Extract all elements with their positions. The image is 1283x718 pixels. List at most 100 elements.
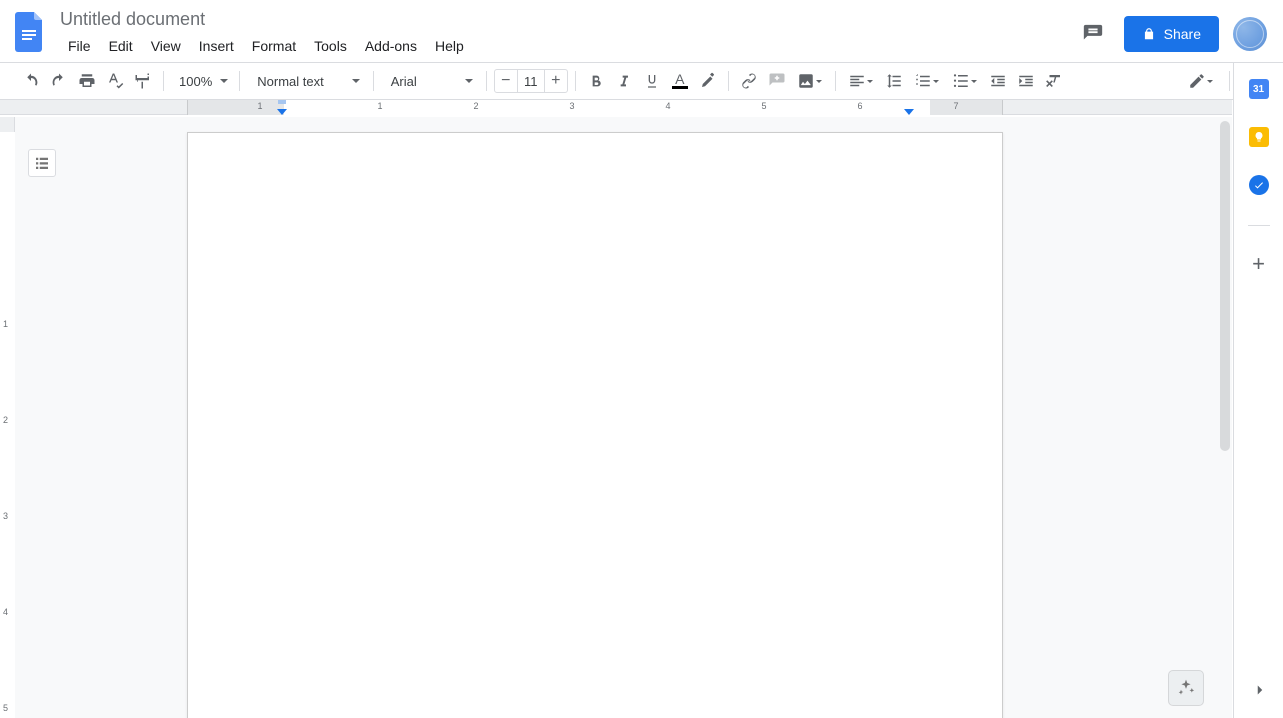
image-icon bbox=[797, 72, 815, 90]
ruler-label: 5 bbox=[3, 703, 8, 713]
open-comments-button[interactable] bbox=[1076, 17, 1110, 51]
get-addons-button[interactable]: + bbox=[1249, 254, 1269, 274]
insert-link-button[interactable] bbox=[736, 68, 762, 94]
zoom-dropdown[interactable]: 100% bbox=[171, 68, 232, 94]
menu-file[interactable]: File bbox=[60, 34, 99, 58]
chevron-down-icon bbox=[220, 79, 228, 83]
font-family-dropdown[interactable]: Arial bbox=[381, 68, 479, 94]
italic-button[interactable] bbox=[611, 68, 637, 94]
pencil-icon bbox=[1188, 72, 1206, 90]
spellcheck-button[interactable] bbox=[102, 68, 128, 94]
italic-icon bbox=[616, 73, 632, 89]
menu-insert[interactable]: Insert bbox=[191, 34, 242, 58]
right-indent-marker[interactable] bbox=[904, 109, 914, 115]
paint-roller-icon bbox=[134, 72, 152, 90]
tasks-addon-button[interactable] bbox=[1249, 175, 1269, 195]
clear-formatting-icon bbox=[1045, 72, 1063, 90]
vertical-ruler[interactable]: 1 2 3 4 5 bbox=[0, 117, 15, 718]
calendar-addon-button[interactable]: 31 bbox=[1249, 79, 1269, 99]
side-panel: 31 + bbox=[1233, 63, 1283, 718]
bulleted-list-dropdown[interactable] bbox=[947, 68, 983, 94]
zoom-value: 100% bbox=[179, 74, 212, 89]
print-button[interactable] bbox=[74, 68, 100, 94]
link-icon bbox=[740, 72, 758, 90]
docs-icon bbox=[15, 12, 45, 52]
chevron-down-icon bbox=[971, 80, 977, 83]
chevron-down-icon bbox=[352, 79, 360, 83]
share-label: Share bbox=[1164, 26, 1201, 42]
undo-icon bbox=[22, 72, 40, 90]
toolbar-separator bbox=[486, 71, 487, 91]
horizontal-ruler[interactable]: 1 1 2 3 4 5 6 7 bbox=[0, 100, 1232, 115]
highlight-color-button[interactable] bbox=[695, 68, 721, 94]
indent-decrease-button[interactable] bbox=[985, 68, 1011, 94]
menu-format[interactable]: Format bbox=[244, 34, 304, 58]
clear-formatting-button[interactable] bbox=[1041, 68, 1067, 94]
add-comment-button[interactable] bbox=[764, 68, 790, 94]
indent-increase-icon bbox=[1017, 72, 1035, 90]
titlebar: Untitled document File Edit View Insert … bbox=[50, 6, 1076, 58]
editing-mode-dropdown[interactable] bbox=[1180, 68, 1220, 94]
undo-button[interactable] bbox=[18, 68, 44, 94]
account-avatar[interactable] bbox=[1233, 17, 1267, 51]
toolbar: 100% Normal text Arial − + A bbox=[0, 62, 1283, 100]
header: Untitled document File Edit View Insert … bbox=[0, 0, 1283, 62]
vertical-scrollbar-thumb[interactable] bbox=[1220, 121, 1230, 451]
chevron-down-icon bbox=[465, 79, 473, 83]
paint-format-button[interactable] bbox=[130, 68, 156, 94]
line-spacing-icon bbox=[885, 72, 903, 90]
explore-button[interactable] bbox=[1168, 670, 1204, 706]
text-color-swatch bbox=[672, 86, 688, 89]
bold-button[interactable] bbox=[583, 68, 609, 94]
chevron-right-icon bbox=[1251, 681, 1269, 699]
document-page[interactable] bbox=[187, 132, 1003, 718]
ruler-label: 4 bbox=[3, 607, 8, 617]
calendar-day-label: 31 bbox=[1253, 84, 1264, 95]
menu-addons[interactable]: Add-ons bbox=[357, 34, 425, 58]
document-title[interactable]: Untitled document bbox=[60, 6, 1076, 32]
menu-edit[interactable]: Edit bbox=[101, 34, 141, 58]
toolbar-separator bbox=[239, 71, 240, 91]
vertical-ruler-track: 1 2 3 4 5 bbox=[0, 132, 15, 718]
line-spacing-button[interactable] bbox=[881, 68, 907, 94]
bold-icon bbox=[588, 73, 604, 89]
chevron-down-icon bbox=[816, 80, 822, 83]
redo-button[interactable] bbox=[46, 68, 72, 94]
ruler-label: 6 bbox=[857, 101, 862, 111]
comment-icon bbox=[1082, 23, 1104, 45]
docs-logo[interactable] bbox=[10, 6, 50, 58]
menu-view[interactable]: View bbox=[143, 34, 189, 58]
align-left-icon bbox=[848, 72, 866, 90]
text-color-letter: A bbox=[675, 73, 684, 85]
share-button[interactable]: Share bbox=[1124, 16, 1219, 52]
menu-tools[interactable]: Tools bbox=[306, 34, 355, 58]
text-color-button[interactable]: A bbox=[667, 68, 693, 94]
hide-sidepanel-button[interactable] bbox=[1251, 681, 1269, 704]
ruler-label: 3 bbox=[569, 101, 574, 111]
left-indent-marker[interactable] bbox=[277, 109, 287, 115]
menubar: File Edit View Insert Format Tools Add-o… bbox=[60, 34, 1076, 58]
toolbar-separator bbox=[575, 71, 576, 91]
chevron-down-icon bbox=[933, 80, 939, 83]
keep-addon-button[interactable] bbox=[1249, 127, 1269, 147]
spellcheck-icon bbox=[106, 72, 124, 90]
explore-icon bbox=[1176, 678, 1196, 698]
show-outline-button[interactable] bbox=[28, 149, 56, 177]
menu-help[interactable]: Help bbox=[427, 34, 472, 58]
underline-button[interactable] bbox=[639, 68, 665, 94]
align-dropdown[interactable] bbox=[843, 68, 879, 94]
ruler-label: 3 bbox=[3, 511, 8, 521]
ruler-label: 7 bbox=[953, 101, 958, 111]
font-size-increase[interactable]: + bbox=[545, 70, 567, 92]
first-line-indent-marker[interactable] bbox=[278, 100, 286, 104]
chevron-down-icon bbox=[1207, 80, 1213, 83]
ruler-label: 2 bbox=[3, 415, 8, 425]
insert-image-dropdown[interactable] bbox=[792, 68, 828, 94]
font-size-input[interactable] bbox=[517, 70, 545, 92]
indent-increase-button[interactable] bbox=[1013, 68, 1039, 94]
paragraph-style-dropdown[interactable]: Normal text bbox=[247, 68, 365, 94]
document-workspace: 1 2 3 4 5 bbox=[0, 117, 1232, 718]
numbered-list-dropdown[interactable] bbox=[909, 68, 945, 94]
toolbar-separator bbox=[163, 71, 164, 91]
font-size-decrease[interactable]: − bbox=[495, 70, 517, 92]
